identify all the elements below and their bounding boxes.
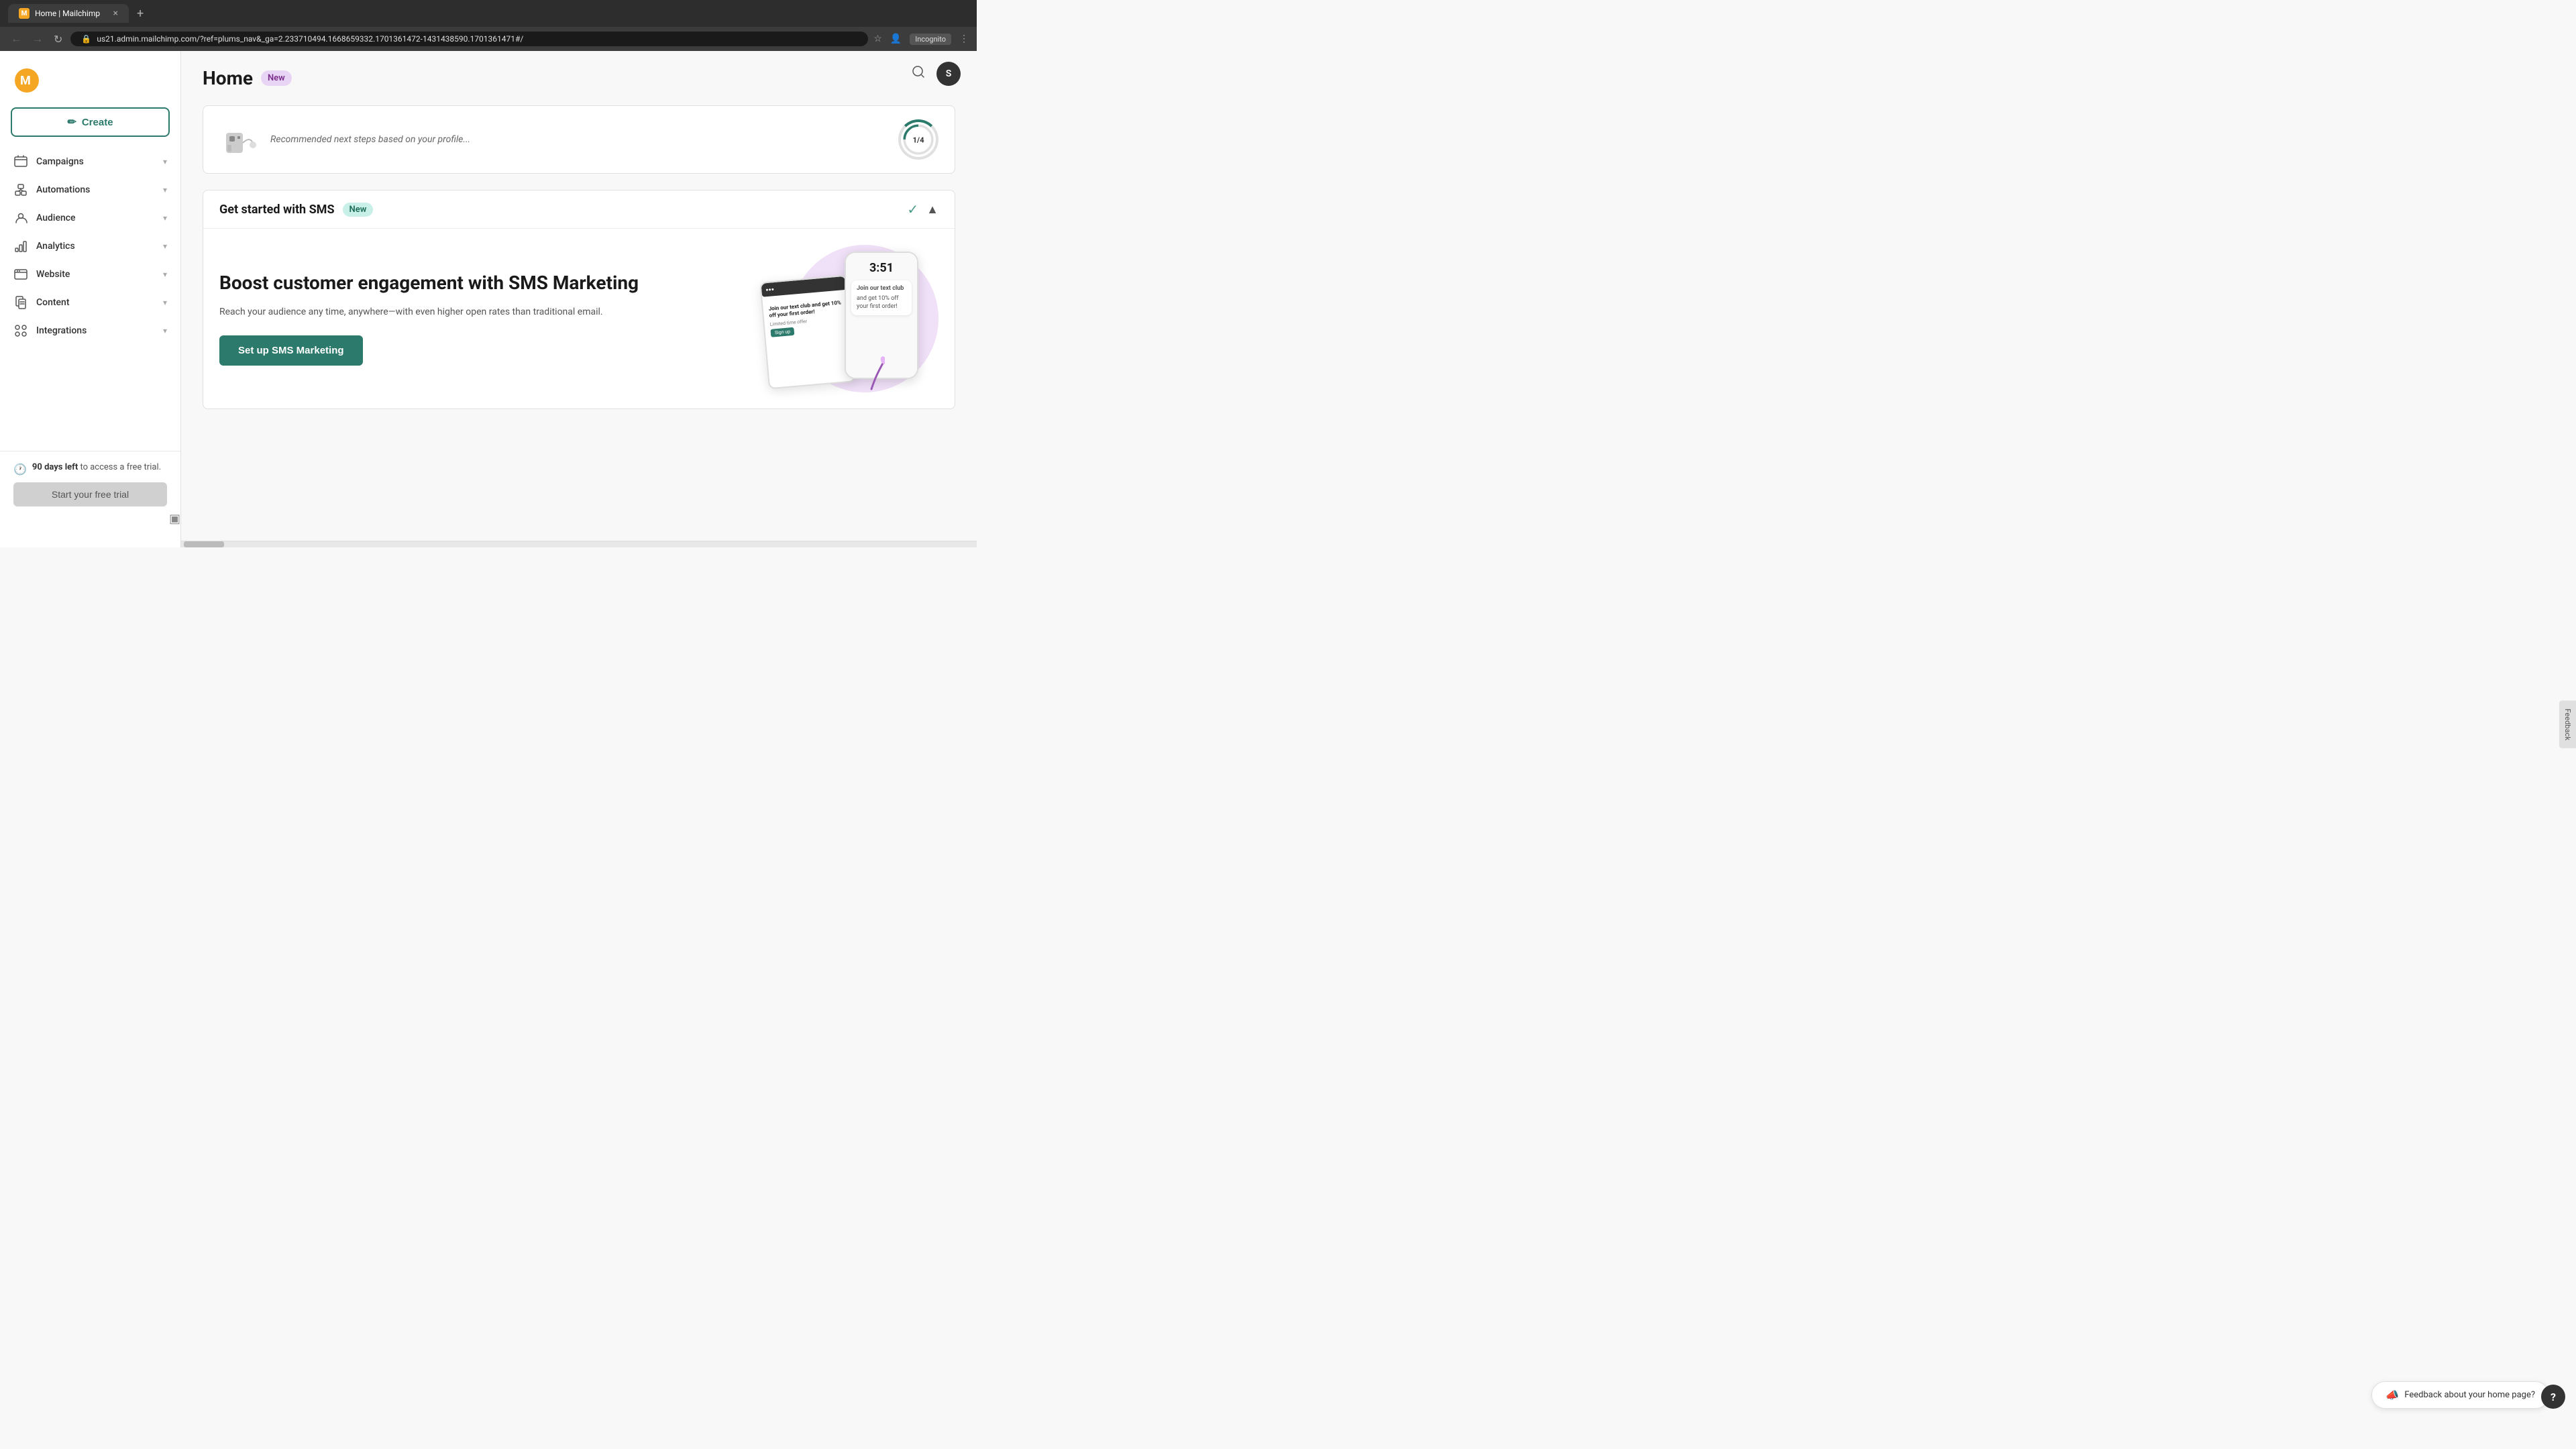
browser-frame: M Home | Mailchimp × + — [0, 0, 977, 27]
horizontal-scrollbar[interactable] — [181, 541, 977, 547]
sms-header: Get started with SMS New ✓ ▲ — [203, 191, 955, 229]
sms-subtext: Reach your audience any time, anywhere—w… — [219, 305, 743, 319]
content-chevron: ▾ — [163, 298, 167, 307]
tab-close-icon[interactable]: × — [113, 8, 118, 19]
page-content: Home New Recommended next steps b — [181, 51, 977, 425]
user-avatar[interactable]: S — [936, 62, 961, 86]
svg-text:M: M — [20, 74, 31, 88]
analytics-label: Analytics — [36, 241, 155, 252]
nav-website[interactable]: Website ▾ — [0, 260, 180, 288]
sms-new-badge: New — [343, 203, 374, 217]
analytics-chevron: ▾ — [163, 241, 167, 251]
create-button[interactable]: ✏ Create — [11, 107, 170, 137]
page-title: Home — [203, 67, 253, 89]
trial-text: to access a free trial. — [80, 462, 161, 472]
sms-image-side: ●●● Join our text club and get 10% off y… — [764, 245, 938, 392]
free-trial-button[interactable]: Start your free trial — [13, 482, 167, 506]
recommended-text: Recommended next steps based on your pro… — [270, 134, 888, 145]
new-tab-button[interactable]: + — [137, 7, 144, 21]
tablet-mockup: ●●● Join our text club and get 10% off y… — [759, 275, 855, 390]
nav-content[interactable]: Content ▾ — [0, 288, 180, 317]
reload-button[interactable]: ↻ — [51, 30, 65, 48]
search-button[interactable] — [911, 64, 926, 83]
browser-tab[interactable]: M Home | Mailchimp × — [8, 4, 129, 23]
trial-info: 🕐 90 days left to access a free trial. — [13, 462, 167, 476]
collapse-icon: ▣ — [169, 512, 180, 526]
website-label: Website — [36, 269, 155, 280]
top-bar: S — [895, 51, 977, 97]
clock-icon: 🕐 — [13, 463, 27, 476]
nav-audience[interactable]: Audience ▾ — [0, 204, 180, 232]
analytics-icon — [13, 239, 28, 254]
main-content: S Home New — [181, 51, 977, 547]
sms-body: Boost customer engagement with SMS Marke… — [203, 229, 955, 409]
page-new-badge: New — [261, 70, 292, 86]
menu-icon[interactable]: ⋮ — [959, 34, 969, 44]
campaigns-label: Campaigns — [36, 156, 155, 167]
sms-check-icon: ✓ — [907, 201, 918, 217]
address-bar-row: ← → ↻ 🔒 us21.admin.mailchimp.com/?ref=pl… — [0, 27, 977, 51]
website-icon — [13, 267, 28, 282]
nav-campaigns[interactable]: Campaigns ▾ — [0, 148, 180, 176]
sms-text-side: Boost customer engagement with SMS Marke… — [219, 272, 743, 366]
pencil-icon: ✏ — [67, 115, 76, 129]
sidebar: M ✏ Create Campaigns ▾ Automations ▾ — [0, 51, 181, 547]
audience-label: Audience — [36, 213, 155, 223]
sms-controls: ✓ ▲ — [907, 201, 938, 217]
campaigns-chevron: ▾ — [163, 157, 167, 166]
setup-sms-button[interactable]: Set up SMS Marketing — [219, 335, 363, 366]
progress-circle: 1/4 — [898, 119, 938, 160]
collapse-sidebar-button[interactable]: ▣ — [27, 512, 180, 526]
sms-chevron-up-icon[interactable]: ▲ — [926, 203, 938, 217]
sms-section: Get started with SMS New ✓ ▲ Boost custo… — [203, 190, 955, 409]
audience-icon — [13, 211, 28, 225]
steps-illustration — [219, 119, 260, 160]
content-label: Content — [36, 297, 155, 308]
tab-favicon: M — [19, 8, 30, 19]
phone-time: 3:51 — [851, 258, 912, 280]
campaigns-icon — [13, 154, 28, 169]
trial-days: 90 days left — [32, 462, 78, 472]
sms-title-row: Get started with SMS New — [219, 203, 373, 217]
address-bar[interactable]: 🔒 us21.admin.mailchimp.com/?ref=plums_na… — [70, 32, 868, 46]
audience-chevron: ▾ — [163, 213, 167, 223]
forward-button[interactable]: → — [30, 30, 46, 48]
integrations-chevron: ▾ — [163, 326, 167, 335]
phone-notif-title: Join our text club — [857, 284, 906, 293]
nav-automations[interactable]: Automations ▾ — [0, 176, 180, 204]
profile-icon[interactable]: 👤 — [890, 34, 902, 44]
svg-text:1/4: 1/4 — [912, 136, 924, 144]
sms-headline: Boost customer engagement with SMS Marke… — [219, 272, 743, 294]
nav-integrations[interactable]: Integrations ▾ — [0, 317, 180, 345]
lock-icon: 🔒 — [81, 34, 91, 44]
integrations-icon — [13, 323, 28, 338]
url-text: us21.admin.mailchimp.com/?ref=plums_nav&… — [97, 34, 857, 44]
incognito-badge: Incognito — [910, 34, 951, 45]
bookmark-icon[interactable]: ☆ — [873, 34, 882, 44]
back-button[interactable]: ← — [8, 30, 24, 48]
automations-label: Automations — [36, 184, 155, 195]
recommended-card: Recommended next steps based on your pro… — [203, 105, 955, 174]
automations-icon — [13, 182, 28, 197]
page-header: Home New — [203, 67, 955, 89]
sidebar-logo[interactable]: M — [0, 62, 180, 107]
sms-title: Get started with SMS — [219, 203, 335, 217]
sidebar-footer: 🕐 90 days left to access a free trial. S… — [0, 451, 180, 537]
automations-chevron: ▾ — [163, 185, 167, 195]
website-chevron: ▾ — [163, 270, 167, 279]
phone-notification: Join our text club and get 10% off your … — [851, 280, 912, 315]
app-wrapper: M ✏ Create Campaigns ▾ Automations ▾ — [0, 51, 977, 547]
content-icon — [13, 295, 28, 310]
browser-actions: ☆ 👤 Incognito ⋮ — [873, 34, 969, 45]
integrations-label: Integrations — [36, 325, 155, 336]
nav-analytics[interactable]: Analytics ▾ — [0, 232, 180, 260]
phone-notif-text: and get 10% off your first order! — [857, 294, 906, 311]
tab-title: Home | Mailchimp — [35, 9, 100, 18]
